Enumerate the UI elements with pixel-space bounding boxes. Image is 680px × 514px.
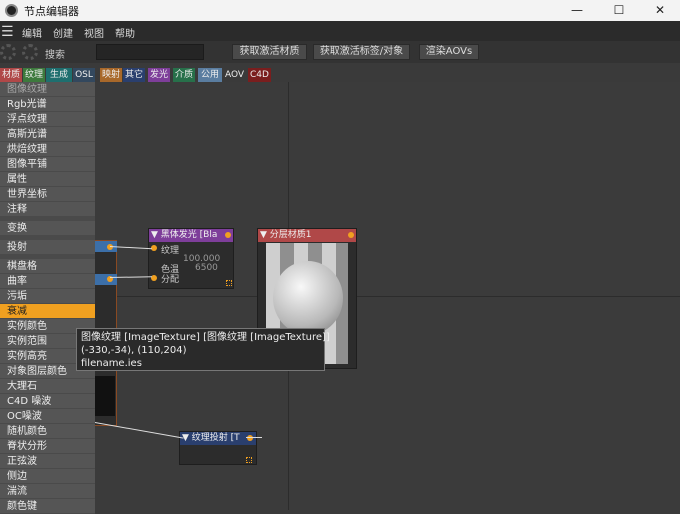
filter-aov[interactable]: AOV <box>223 68 246 82</box>
output-port[interactable] <box>225 232 231 238</box>
output-port[interactable] <box>348 232 354 238</box>
menu-item-side[interactable]: 侧边 <box>0 469 95 484</box>
toolbar: 搜索 获取激活材质 获取激活标签/对象 渲染AOVs <box>0 41 680 63</box>
filter-texture[interactable]: 纹理 <box>23 68 45 82</box>
resize-handle[interactable] <box>226 280 232 286</box>
filter-medium[interactable]: 介质 <box>173 68 195 82</box>
resize-handle[interactable] <box>246 457 252 463</box>
menu-item-curvature[interactable]: 曲率 <box>0 274 95 289</box>
search-label: 搜索 <box>45 50 65 61</box>
temperature-value: 6500 <box>195 263 218 273</box>
output-port[interactable] <box>247 435 253 441</box>
menu-view[interactable]: 视图 <box>84 25 104 40</box>
node-title: ▼ 分层材质1 <box>258 229 356 242</box>
port-label-distribution: 分配 <box>161 275 180 285</box>
blackbody-emission-node[interactable]: ▼ 黑体发光 [Bla 纹理 100.000 色温 6500 分配 <box>148 228 234 289</box>
thumbnail <box>95 376 115 416</box>
port-label-texture: 纹理 <box>161 246 180 256</box>
menu-item-marble[interactable]: 大理石 <box>0 379 95 394</box>
menu-item-c4d-noise[interactable]: C4D 噪波 <box>0 394 95 409</box>
node-title: ▼ 黑体发光 [Bla <box>149 229 233 242</box>
menu-help[interactable]: 帮助 <box>115 25 135 40</box>
menu-edit[interactable]: 编辑 <box>22 25 42 40</box>
close-button[interactable]: ✕ <box>638 0 680 21</box>
menu-item-world-coordinate[interactable]: 世界坐标 <box>0 187 95 202</box>
menu-create[interactable]: 创建 <box>53 25 73 40</box>
node-title: ▼ 纹理投射 [T <box>180 432 256 445</box>
preview-sphere <box>273 261 343 335</box>
cinema4d-app-icon <box>5 4 18 17</box>
menu-bar: ☰ 编辑 创建 视图 帮助 <box>0 21 680 41</box>
menu-item-gaussian-spectrum[interactable]: 高斯光谱 <box>0 127 95 142</box>
menu-item-image-tile[interactable]: 图像平铺 <box>0 157 95 172</box>
menu-item-transform[interactable]: 变换 <box>0 221 95 236</box>
gear-icon[interactable] <box>0 44 16 60</box>
filter-generator[interactable]: 生成 <box>46 68 72 82</box>
menu-item-projection[interactable]: 投射 <box>0 240 95 255</box>
menu-item-oc-noise[interactable]: OC噪波 <box>0 409 95 424</box>
menu-item-baking-texture[interactable]: 烘焙纹理 <box>0 142 95 157</box>
menu-item-image-texture[interactable]: 图像纹理 <box>0 82 95 97</box>
filter-common[interactable]: 公用 <box>198 68 222 82</box>
menu-item-comment[interactable]: 注释 <box>0 202 95 217</box>
filter-other[interactable]: 其它 <box>123 68 145 82</box>
menu-item-color-key[interactable]: 颜色键 <box>0 499 95 514</box>
get-active-tag-object-button[interactable]: 获取激活标签/对象 <box>313 44 410 60</box>
filter-c4d[interactable]: C4D <box>248 68 271 82</box>
tooltip-title: 图像纹理 [ImageTexture] [图像纹理 [ImageTexture]… <box>81 332 330 343</box>
node-header <box>95 274 117 285</box>
tooltip-coordinates: (-330,-34), (110,204) <box>81 345 187 356</box>
maximize-button[interactable]: ☐ <box>597 0 641 21</box>
menu-item-dirt[interactable]: 污垢 <box>0 289 95 304</box>
minimize-button[interactable]: — <box>555 0 599 21</box>
node-type-menu: 图像纹理 Rgb光谱 浮点纹理 高斯光谱 烘焙纹理 图像平铺 属性 世界坐标 注… <box>0 82 95 514</box>
menu-item-float-texture[interactable]: 浮点纹理 <box>0 112 95 127</box>
node-tooltip: 图像纹理 [ImageTexture] [图像纹理 [ImageTexture]… <box>76 328 330 371</box>
render-aovs-button[interactable]: 渲染AOVs <box>419 44 479 60</box>
tooltip-filename: filename.ies <box>81 358 142 369</box>
filter-material[interactable]: 材质 <box>0 68 22 82</box>
get-active-material-button[interactable]: 获取激活材质 <box>232 44 307 60</box>
filter-emission[interactable]: 发光 <box>148 68 170 82</box>
menu-item-random-color[interactable]: 随机颜色 <box>0 424 95 439</box>
menu-item-checkerboard[interactable]: 棋盘格 <box>0 259 95 274</box>
window-title: 节点编辑器 <box>24 5 79 18</box>
menu-item-rgb-spectrum[interactable]: Rgb光谱 <box>0 97 95 112</box>
menu-item-sine-wave[interactable]: 正弦波 <box>0 454 95 469</box>
settings-icon[interactable] <box>22 44 38 60</box>
connection-wire <box>246 437 262 438</box>
menu-item-falloff[interactable]: 衰减 <box>0 304 95 319</box>
title-bar: 节点编辑器 — ☐ ✕ <box>0 0 680 21</box>
search-input[interactable] <box>96 44 204 60</box>
menu-item-ridged-fractal[interactable]: 脊状分形 <box>0 439 95 454</box>
menu-item-attribute[interactable]: 属性 <box>0 172 95 187</box>
hamburger-menu-icon[interactable]: ☰ <box>1 24 14 40</box>
filter-osl[interactable]: OSL <box>73 68 95 82</box>
filter-mapping[interactable]: 映射 <box>100 68 122 82</box>
menu-item-turbulence[interactable]: 湍流 <box>0 484 95 499</box>
